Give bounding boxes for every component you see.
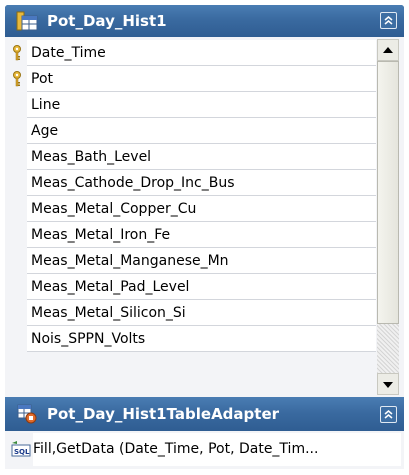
primary-key-icon [11, 70, 23, 88]
query-row[interactable]: SQL Fill,GetData (Date_Time, Pot, Date_T… [8, 433, 401, 466]
column-row[interactable]: Meas_Metal_Iron_Fe [8, 222, 376, 248]
table-icon [16, 11, 38, 31]
column-row[interactable]: Meas_Metal_Copper_Cu [8, 196, 376, 222]
column-row[interactable]: Line [8, 92, 376, 118]
table-adapter-icon [16, 403, 38, 425]
column-row[interactable]: Meas_Metal_Manganese_Mn [8, 248, 376, 274]
sql-query-icon: SQL [11, 440, 31, 458]
collapse-table-button[interactable] [380, 12, 397, 29]
column-row[interactable]: Meas_Metal_Silicon_Si [8, 300, 376, 326]
query-method-label: Fill,GetData (Date_Time, Pot, Date_Tim..… [33, 433, 401, 466]
column-name: Meas_Bath_Level [27, 144, 376, 170]
table-adapter-header[interactable]: Pot_Day_Hist1TableAdapter [5, 397, 404, 431]
column-list: Date_Time Pot Line Age Meas_Bath_Level Meas_C… [5, 37, 404, 397]
column-name: Date_Time [27, 40, 376, 66]
column-rows: Date_Time Pot Line Age Meas_Bath_Level Meas_C… [8, 37, 376, 397]
column-name: Nois_SPPN_Volts [27, 326, 376, 352]
primary-key-icon [11, 44, 23, 62]
table-adapter-title: Pot_Day_Hist1TableAdapter [47, 405, 280, 423]
scroll-track[interactable] [377, 324, 399, 373]
column-name: Line [27, 92, 376, 118]
column-name: Meas_Metal_Manganese_Mn [27, 248, 376, 274]
vertical-scrollbar[interactable] [377, 39, 399, 395]
column-row[interactable]: Age [8, 118, 376, 144]
arrow-down-icon [383, 382, 393, 388]
column-row[interactable]: Nois_SPPN_Volts [8, 326, 376, 352]
column-name: Meas_Metal_Copper_Cu [27, 196, 376, 222]
table-header[interactable]: Pot_Day_Hist1 [5, 5, 404, 37]
column-row[interactable]: Meas_Cathode_Drop_Inc_Bus [8, 170, 376, 196]
scroll-thumb[interactable] [377, 61, 399, 324]
column-name: Meas_Metal_Pad_Level [27, 274, 376, 300]
table-title: Pot_Day_Hist1 [47, 12, 167, 30]
column-name: Meas_Metal_Iron_Fe [27, 222, 376, 248]
column-name: Meas_Metal_Silicon_Si [27, 300, 376, 326]
scroll-up-button[interactable] [377, 39, 399, 61]
scroll-down-button[interactable] [377, 373, 399, 395]
collapse-chevron-icon [384, 410, 393, 419]
column-name: Age [27, 118, 376, 144]
column-name: Pot [27, 66, 376, 92]
collapse-adapter-button[interactable] [380, 406, 397, 423]
column-name: Meas_Cathode_Drop_Inc_Bus [27, 170, 376, 196]
column-row[interactable]: Date_Time [8, 40, 376, 66]
svg-text:SQL: SQL [14, 448, 30, 456]
adapter-method-list: SQL Fill,GetData (Date_Time, Pot, Date_T… [5, 431, 404, 469]
column-row[interactable]: Meas_Bath_Level [8, 144, 376, 170]
column-row[interactable]: Pot [8, 66, 376, 92]
arrow-up-icon [383, 47, 393, 53]
collapse-chevron-icon [384, 16, 393, 25]
dataset-designer-table[interactable]: Pot_Day_Hist1 Date_Time Pot Line Age Meas_Ba… [5, 5, 404, 469]
column-row[interactable]: Meas_Metal_Pad_Level [8, 274, 376, 300]
